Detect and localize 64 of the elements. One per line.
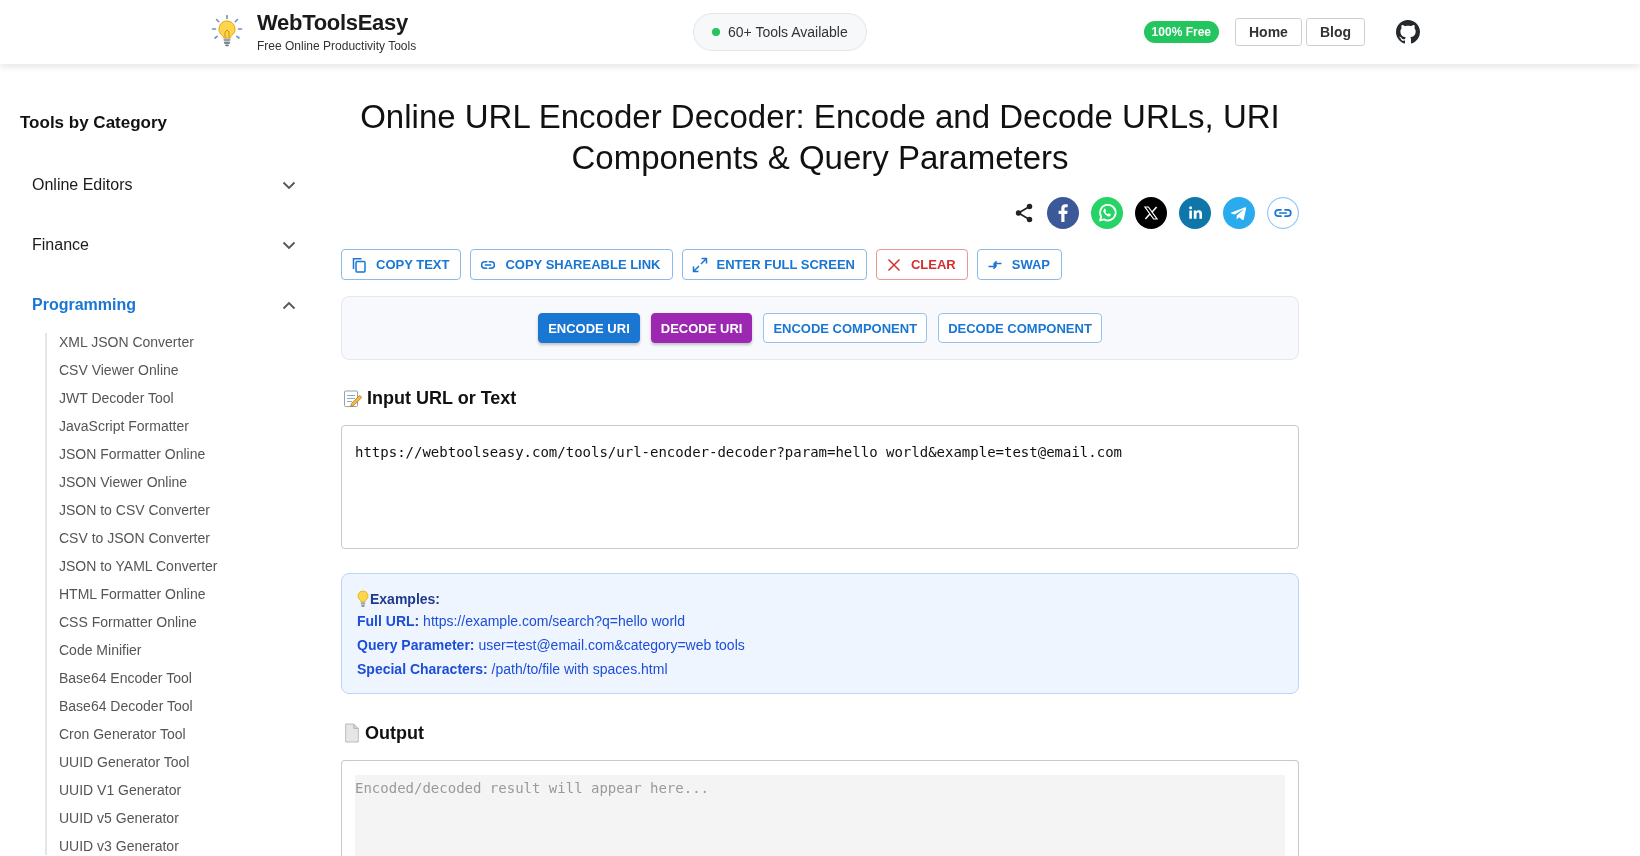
- lightbulb-icon: [357, 590, 369, 608]
- site-tagline: Free Online Productivity Tools: [257, 38, 417, 54]
- sidebar-link[interactable]: JSON Formatter Online: [59, 445, 206, 463]
- copy-link-button[interactable]: COPY SHAREABLE LINK: [470, 249, 673, 280]
- sidebar-link[interactable]: XML JSON Converter: [59, 333, 194, 351]
- link-icon[interactable]: [1267, 197, 1299, 229]
- status-dot-icon: [712, 28, 720, 36]
- category-toggle[interactable]: Online Editors: [32, 165, 297, 205]
- share-icon[interactable]: [1013, 202, 1035, 224]
- telegram-icon[interactable]: [1223, 197, 1255, 229]
- sidebar-link[interactable]: UUID V1 Generator: [59, 781, 182, 799]
- sidebar-link[interactable]: Code Minifier: [59, 641, 142, 659]
- free-badge: 100% Free: [1143, 21, 1219, 43]
- sidebar-link[interactable]: JSON to YAML Converter: [59, 557, 218, 575]
- sidebar-link[interactable]: UUID Generator Tool: [59, 753, 190, 771]
- example-line: Special Characters: /path/to/file with spaces.html: [357, 660, 669, 679]
- sidebar-link[interactable]: CSV to JSON Converter: [59, 529, 210, 547]
- sidebar-link[interactable]: Base64 Decoder Tool: [59, 697, 193, 715]
- tools-count-text: 60+ Tools Available: [728, 24, 848, 40]
- chevron-down-icon: [282, 240, 296, 250]
- document-icon: [343, 723, 361, 743]
- sidebar-link[interactable]: Cron Generator Tool: [59, 725, 186, 743]
- sidebar-link[interactable]: UUID v5 Generator: [59, 809, 179, 827]
- facebook-icon[interactable]: [1047, 197, 1079, 229]
- example-line: Full URL: https://example.com/search?q=hello world: [357, 612, 686, 631]
- mode-button[interactable]: DECODE URI: [650, 313, 753, 343]
- copy-text-button[interactable]: COPY TEXT: [341, 249, 462, 280]
- sidebar-link[interactable]: JavaScript Formatter: [59, 417, 189, 435]
- url-input-field[interactable]: https://webtoolseasy.com/tools/url-encoder-decoder?param=hello world&example=test@email.com: [341, 425, 1299, 549]
- linkedin-icon[interactable]: [1179, 197, 1211, 229]
- mode-button[interactable]: DECODE COMPONENT: [938, 313, 1102, 343]
- section-heading: Input URL or Text: [367, 387, 517, 409]
- x-logo-icon[interactable]: [1135, 197, 1167, 229]
- sidebar-link[interactable]: JSON Viewer Online: [59, 473, 188, 491]
- output-field[interactable]: Encoded/decoded result will appear here...: [355, 775, 1285, 856]
- sidebar-link[interactable]: JSON to CSV Converter: [59, 501, 210, 519]
- close-icon: [885, 256, 902, 273]
- memo-icon: [343, 388, 363, 408]
- example-line: Query Parameter: user=test@email.com&category=web tools: [357, 636, 746, 655]
- chevron-up-icon: [282, 300, 296, 310]
- sidebar-link[interactable]: JWT Decoder Tool: [59, 389, 174, 407]
- clear-button[interactable]: CLEAR: [875, 249, 968, 280]
- sidebar-link[interactable]: Base64 Encoder Tool: [59, 669, 192, 687]
- sidebar-title: Tools by Category: [20, 112, 168, 134]
- nav-button[interactable]: Blog: [1305, 18, 1365, 46]
- section-heading: Output: [365, 722, 424, 744]
- category-toggle[interactable]: Programming: [32, 285, 297, 325]
- chevron-down-icon: [282, 180, 296, 190]
- github-icon[interactable]: [1396, 20, 1420, 44]
- mode-button[interactable]: ENCODE URI: [538, 313, 640, 343]
- swap-button[interactable]: SWAP: [976, 249, 1063, 280]
- mode-button[interactable]: ENCODE COMPONENT: [763, 313, 928, 343]
- copy-icon: [351, 256, 367, 273]
- sidebar-link[interactable]: HTML Formatter Online: [59, 585, 206, 603]
- page-title: Online URL Encoder Decoder: Encode and Decode URLs, URI Components & Query Parameters: [359, 97, 1281, 178]
- nav-button[interactable]: Home: [1235, 18, 1302, 46]
- examples-heading: Examples:: [370, 591, 441, 607]
- site-name[interactable]: WebToolsEasy: [257, 10, 417, 36]
- fullscreen-button[interactable]: ENTER FULL SCREEN: [681, 249, 867, 280]
- sidebar-link[interactable]: CSV Viewer Online: [59, 361, 179, 379]
- category-toggle[interactable]: Finance: [32, 225, 297, 265]
- sidebar-link[interactable]: CSS Formatter Online: [59, 613, 197, 631]
- expand-icon: [691, 256, 708, 273]
- sidebar-link[interactable]: UUID v3 Generator: [59, 837, 179, 855]
